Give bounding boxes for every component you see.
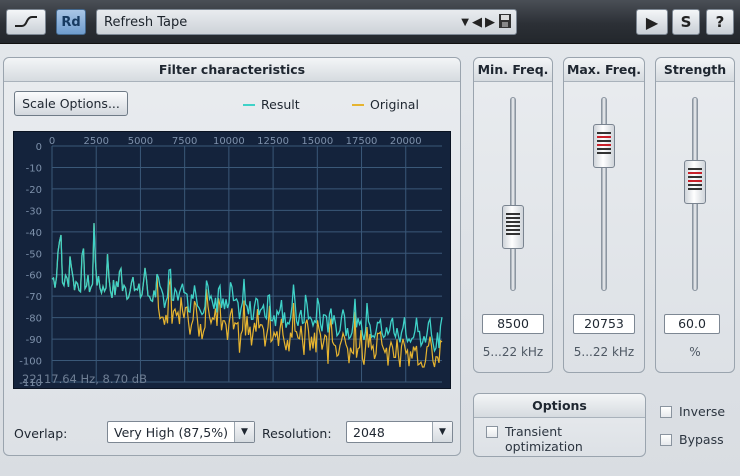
- max-freq-slider-thumb[interactable]: [593, 124, 615, 168]
- help-button[interactable]: ?: [706, 9, 734, 35]
- max-freq-value-field[interactable]: 20753: [573, 314, 635, 334]
- chevron-down-icon: ▼: [432, 422, 452, 442]
- inverse-checkbox[interactable]: Inverse: [660, 404, 725, 419]
- y-tick-label: -30: [26, 206, 42, 217]
- strength-slider-thumb[interactable]: [684, 160, 706, 204]
- preset-selector[interactable]: Refresh Tape ▼ ◀ ▶: [96, 9, 517, 35]
- x-tick-label: 15000: [301, 136, 333, 147]
- filter-panel-title: Filter characteristics: [4, 58, 460, 82]
- x-tick-label: 2500: [83, 136, 108, 147]
- y-tick-label: 0: [36, 142, 42, 153]
- help-icon: ?: [715, 13, 725, 31]
- y-tick-label: -20: [26, 185, 42, 196]
- min-freq-slider-thumb[interactable]: [502, 205, 524, 249]
- legend-result-label: Result: [261, 97, 300, 112]
- min-freq-value-field[interactable]: 8500: [482, 314, 544, 334]
- overlap-label: Overlap:: [14, 426, 68, 441]
- preset-controls: ▼ ◀ ▶: [461, 13, 512, 32]
- solo-button[interactable]: S: [672, 9, 700, 35]
- strength-value-field[interactable]: 60.0: [664, 314, 720, 334]
- checkbox-box[interactable]: [660, 406, 672, 418]
- curve-button[interactable]: [6, 9, 46, 35]
- y-tick-label: -50: [26, 249, 42, 260]
- y-tick-label: -60: [26, 271, 42, 282]
- y-tick-label: -70: [26, 292, 42, 303]
- legend-result-swatch: [243, 103, 255, 106]
- rd-label: Rd: [61, 14, 81, 30]
- legend-result: Result: [243, 97, 300, 112]
- curve-icon: [15, 16, 37, 27]
- x-tick-label: 7500: [172, 136, 197, 147]
- preset-name: Refresh Tape: [104, 14, 188, 30]
- result-series-line: [51, 223, 443, 353]
- legend-original-label: Original: [370, 97, 419, 112]
- overlap-value: Very High (87,5%): [114, 424, 228, 440]
- dropdown-arrow-icon[interactable]: ▼: [461, 17, 469, 28]
- next-preset-icon[interactable]: ▶: [485, 15, 495, 30]
- y-tick-label: -80: [26, 314, 42, 325]
- x-tick-label: 20000: [390, 136, 422, 147]
- original-series-line: [51, 223, 443, 368]
- prev-preset-icon[interactable]: ◀: [472, 15, 482, 30]
- x-tick-label: 17500: [346, 136, 378, 147]
- plugin-window: Rd Refresh Tape ▼ ◀ ▶ ▶ S ? Filter chara…: [0, 0, 740, 476]
- legend-original-swatch: [352, 103, 364, 106]
- rd-button[interactable]: Rd: [56, 9, 86, 35]
- play-icon: ▶: [645, 12, 659, 32]
- y-tick-label: -40: [26, 228, 42, 239]
- spectrum-graph[interactable]: 0 -10 -20 -30 -40 -50 -60 -70 -80 -90 -100 -110 0 250…: [13, 131, 451, 389]
- checkbox-box[interactable]: [486, 426, 498, 438]
- solo-label: S: [680, 13, 692, 31]
- x-tick-label: 0: [49, 136, 55, 147]
- max-freq-range: 5...22 kHz: [573, 345, 635, 359]
- transient-optimization-checkbox[interactable]: Transient optimization: [486, 424, 583, 454]
- spectrum-chart: 0-10-20-30-40-50-60-70-80-90-100-1100 250…: [19, 136, 443, 389]
- x-tick-label: 10000: [213, 136, 245, 147]
- y-tick-label: -90: [26, 335, 42, 346]
- bypass-label: Bypass: [679, 432, 724, 447]
- min-freq-slider-track[interactable]: [510, 97, 516, 291]
- strength-title: Strength: [656, 58, 734, 82]
- save-icon[interactable]: [498, 13, 512, 32]
- resolution-value: 2048: [353, 424, 385, 440]
- max-freq-title: Max. Freq.: [564, 58, 644, 82]
- y-tick-label: -100: [19, 357, 42, 368]
- resolution-select[interactable]: 2048 ▼: [346, 421, 453, 443]
- min-freq-title: Min. Freq.: [474, 58, 552, 82]
- options-title: Options: [474, 394, 645, 418]
- transient-optimization-label: Transient optimization: [505, 424, 583, 454]
- top-toolbar: Rd Refresh Tape ▼ ◀ ▶ ▶ S ?: [0, 0, 740, 44]
- overlap-select[interactable]: Very High (87,5%) ▼: [107, 421, 255, 443]
- min-freq-range: 5...22 kHz: [482, 345, 544, 359]
- checkbox-box[interactable]: [660, 434, 672, 446]
- bypass-checkbox[interactable]: Bypass: [660, 432, 724, 447]
- x-tick-label: 12500: [257, 136, 289, 147]
- play-button[interactable]: ▶: [636, 9, 668, 35]
- inverse-label: Inverse: [679, 404, 726, 419]
- chevron-down-icon: ▼: [234, 422, 254, 442]
- y-tick-label: -10: [26, 163, 42, 174]
- cursor-readout: 22117.64 Hz, 8.70 dB: [22, 372, 147, 386]
- x-tick-label: 5000: [128, 136, 153, 147]
- resolution-label: Resolution:: [262, 426, 332, 441]
- legend-original: Original: [352, 97, 419, 112]
- strength-unit: %: [689, 345, 701, 359]
- scale-options-button[interactable]: Scale Options...: [14, 91, 128, 116]
